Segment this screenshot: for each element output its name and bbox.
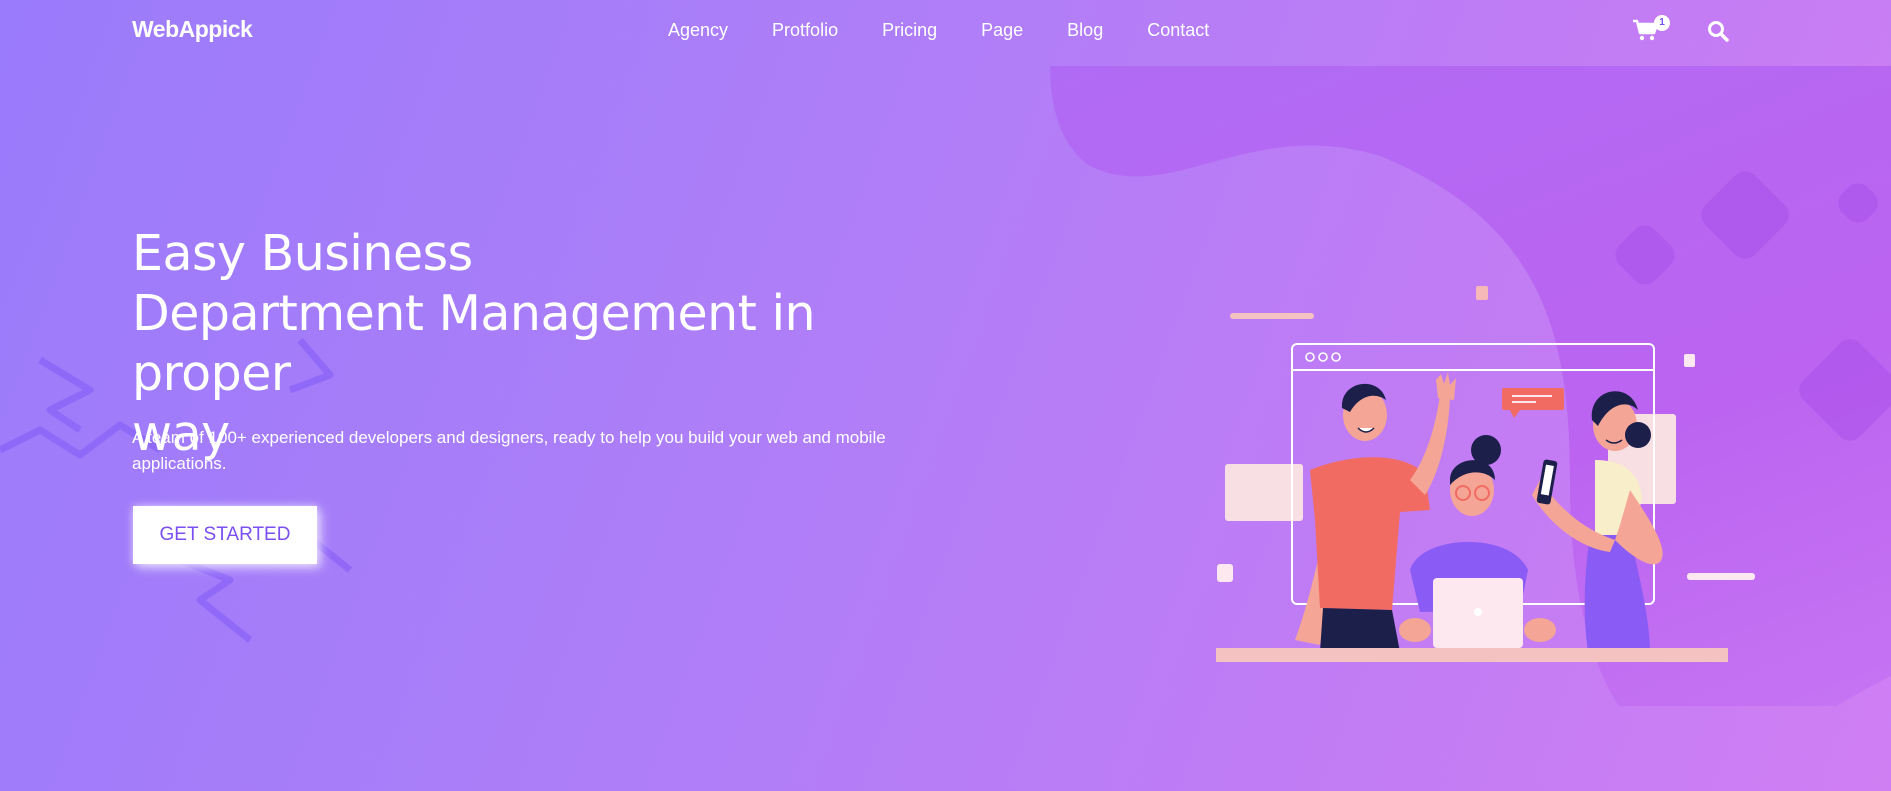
- team-illustration: [1216, 286, 1755, 662]
- nav-item-contact[interactable]: Contact: [1147, 20, 1209, 41]
- top-navbar: WebAppick Agency Protfolio Pricing Page …: [0, 0, 1891, 62]
- nav-item-pricing[interactable]: Pricing: [882, 20, 937, 41]
- deco-square-left: [1217, 564, 1233, 582]
- desk: [1216, 648, 1728, 662]
- person-with-phone: [1532, 391, 1663, 652]
- nav-item-agency[interactable]: Agency: [668, 20, 728, 41]
- brand-logo[interactable]: WebAppick: [132, 16, 253, 43]
- deco-square-top: [1476, 286, 1488, 300]
- main-menu: Agency Protfolio Pricing Page Blog Conta…: [668, 20, 1209, 41]
- nav-item-page[interactable]: Page: [981, 20, 1023, 41]
- get-started-button[interactable]: GET STARTED: [133, 506, 317, 564]
- deco-square-right: [1684, 354, 1695, 367]
- nav-item-blog[interactable]: Blog: [1067, 20, 1103, 41]
- nav-item-portfolio[interactable]: Protfolio: [772, 20, 838, 41]
- deco-bar-right: [1687, 573, 1755, 580]
- hero-title-line-1: Easy Business: [132, 225, 473, 282]
- hero-title-line-2: Department Management in proper: [132, 285, 816, 402]
- hero-subtitle: A team of 100+ experienced developers an…: [132, 428, 886, 473]
- cart-count-badge: 1: [1654, 15, 1670, 31]
- search-icon[interactable]: [1706, 19, 1730, 43]
- chat-bubble: [1502, 388, 1564, 410]
- deco-bar-top: [1230, 313, 1314, 319]
